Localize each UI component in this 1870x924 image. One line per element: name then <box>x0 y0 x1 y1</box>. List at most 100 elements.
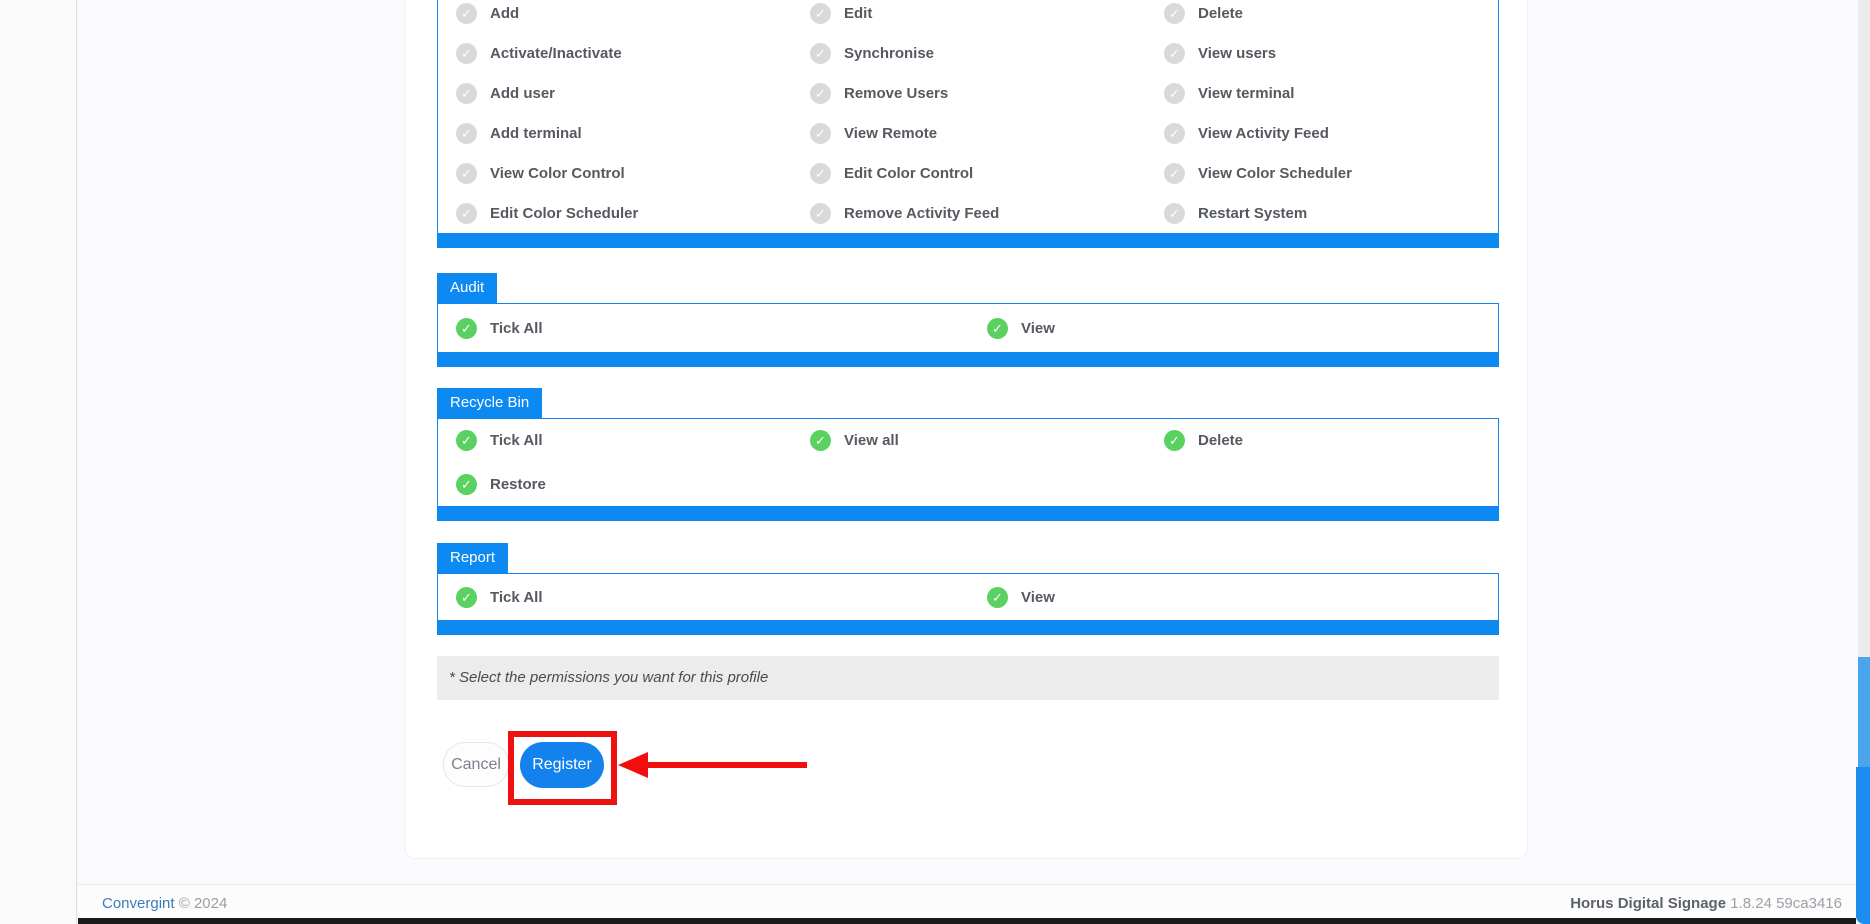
permission-item[interactable]: ✓ View all <box>792 430 1146 451</box>
scrollbar-thumb[interactable] <box>1858 657 1870 767</box>
permission-label: Edit <box>844 5 872 22</box>
check-icon: ✓ <box>1169 207 1180 220</box>
checkbox-icon: ✓ <box>456 123 477 144</box>
check-icon: ✓ <box>1169 47 1180 60</box>
check-icon: ✓ <box>461 478 472 491</box>
permissions-page: ✓ Add ✓ Edit ✓ Delete ✓ Activate/Inactiv… <box>0 0 1870 924</box>
checkbox-icon: ✓ <box>987 587 1008 608</box>
checkbox-icon: ✓ <box>1164 163 1185 184</box>
check-icon: ✓ <box>992 591 1003 604</box>
permission-item[interactable]: ✓ View <box>969 587 1500 608</box>
check-icon: ✓ <box>815 87 826 100</box>
permission-item[interactable]: ✓ View <box>969 318 1500 339</box>
checkbox-icon: ✓ <box>810 83 831 104</box>
permission-item[interactable]: ✓ Activate/Inactivate <box>438 43 792 64</box>
check-icon: ✓ <box>461 434 472 447</box>
annotation-highlight-box <box>508 731 617 805</box>
checkbox-icon: ✓ <box>810 3 831 24</box>
check-icon: ✓ <box>461 207 472 220</box>
permission-item[interactable]: ✓ Remove Activity Feed <box>792 203 1146 224</box>
permission-label: Tick All <box>490 432 543 449</box>
check-icon: ✓ <box>815 207 826 220</box>
check-icon: ✓ <box>815 127 826 140</box>
permission-item[interactable]: ✓ Delete <box>1146 3 1500 24</box>
permission-item[interactable]: ✓ Tick All <box>438 430 792 451</box>
check-icon: ✓ <box>461 591 472 604</box>
permission-label: Edit Color Control <box>844 165 973 182</box>
permission-item[interactable]: ✓ Edit Color Control <box>792 163 1146 184</box>
checkbox-icon: ✓ <box>456 587 477 608</box>
check-icon: ✓ <box>1169 87 1180 100</box>
check-icon: ✓ <box>461 47 472 60</box>
permission-label: Remove Users <box>844 85 948 102</box>
scrollbar-track[interactable] <box>1858 0 1870 767</box>
check-icon: ✓ <box>992 322 1003 335</box>
permission-label: Add terminal <box>490 125 582 142</box>
permission-label: View <box>1021 589 1055 606</box>
checkbox-icon: ✓ <box>1164 43 1185 64</box>
window-bottom-edge <box>78 918 1856 924</box>
checkbox-icon: ✓ <box>810 163 831 184</box>
permission-label: Synchronise <box>844 45 934 62</box>
check-icon: ✓ <box>815 167 826 180</box>
permission-item[interactable]: ✓ Add terminal <box>438 123 792 144</box>
permission-item[interactable]: ✓ Add user <box>438 83 792 104</box>
checkbox-icon: ✓ <box>1164 430 1185 451</box>
permission-item[interactable]: ✓ Edit Color Scheduler <box>438 203 792 224</box>
left-sidebar-strip <box>0 0 77 924</box>
permission-item[interactable]: ✓ Remove Users <box>792 83 1146 104</box>
check-icon: ✓ <box>1169 167 1180 180</box>
check-icon: ✓ <box>815 434 826 447</box>
permission-label: Add user <box>490 85 555 102</box>
permission-item[interactable]: ✓ Restore <box>438 474 792 495</box>
section-tab-recycle-bin: Recycle Bin <box>437 388 542 418</box>
copyright-text: © 2024 <box>179 895 228 912</box>
checkbox-icon: ✓ <box>456 83 477 104</box>
checkbox-icon: ✓ <box>456 203 477 224</box>
permission-item[interactable]: ✓ View users <box>1146 43 1500 64</box>
checkbox-icon: ✓ <box>456 43 477 64</box>
permission-item[interactable]: ✓ Restart System <box>1146 203 1500 224</box>
permission-label: Restart System <box>1198 205 1307 222</box>
check-icon: ✓ <box>1169 127 1180 140</box>
permission-item[interactable]: ✓ Delete <box>1146 430 1500 451</box>
checkbox-icon: ✓ <box>456 474 477 495</box>
convergint-link[interactable]: Convergint <box>102 895 175 912</box>
cancel-button[interactable]: Cancel <box>443 742 509 787</box>
permissions-box-general: ✓ Add ✓ Edit ✓ Delete ✓ Activate/Inactiv… <box>437 0 1499 234</box>
section-bottom-bar <box>437 621 1499 635</box>
checkbox-icon: ✓ <box>456 3 477 24</box>
checkbox-icon: ✓ <box>1164 203 1185 224</box>
section-bottom-bar <box>437 507 1499 521</box>
permission-item[interactable]: ✓ View Color Control <box>438 163 792 184</box>
check-icon: ✓ <box>461 167 472 180</box>
permission-item[interactable]: ✓ View terminal <box>1146 83 1500 104</box>
permission-item[interactable]: ✓ Add <box>438 3 792 24</box>
check-icon: ✓ <box>461 7 472 20</box>
permission-item[interactable]: ✓ View Remote <box>792 123 1146 144</box>
permission-label: View Remote <box>844 125 937 142</box>
checkbox-icon: ✓ <box>1164 123 1185 144</box>
permission-label: View <box>1021 320 1055 337</box>
app-version: 1.8.24 59ca3416 <box>1730 895 1842 912</box>
checkbox-icon: ✓ <box>810 123 831 144</box>
permission-item[interactable]: ✓ Synchronise <box>792 43 1146 64</box>
permission-item[interactable]: ✓ Tick All <box>438 587 969 608</box>
checkbox-icon: ✓ <box>810 43 831 64</box>
section-tab-report: Report <box>437 543 508 573</box>
permission-label: Add <box>490 5 519 22</box>
permission-item[interactable]: ✓ Tick All <box>438 318 969 339</box>
permission-label: Tick All <box>490 320 543 337</box>
check-icon: ✓ <box>461 127 472 140</box>
permission-label: Tick All <box>490 589 543 606</box>
permission-label: View all <box>844 432 899 449</box>
permission-item[interactable]: ✓ View Color Scheduler <box>1146 163 1500 184</box>
scrollbar-bottom-thumb[interactable] <box>1856 767 1870 924</box>
permission-item[interactable]: ✓ View Activity Feed <box>1146 123 1500 144</box>
checkbox-icon: ✓ <box>456 318 477 339</box>
checkbox-icon: ✓ <box>810 203 831 224</box>
annotation-arrow <box>644 762 807 768</box>
permission-label: Delete <box>1198 432 1243 449</box>
permission-item[interactable]: ✓ Edit <box>792 3 1146 24</box>
permission-label: View users <box>1198 45 1276 62</box>
